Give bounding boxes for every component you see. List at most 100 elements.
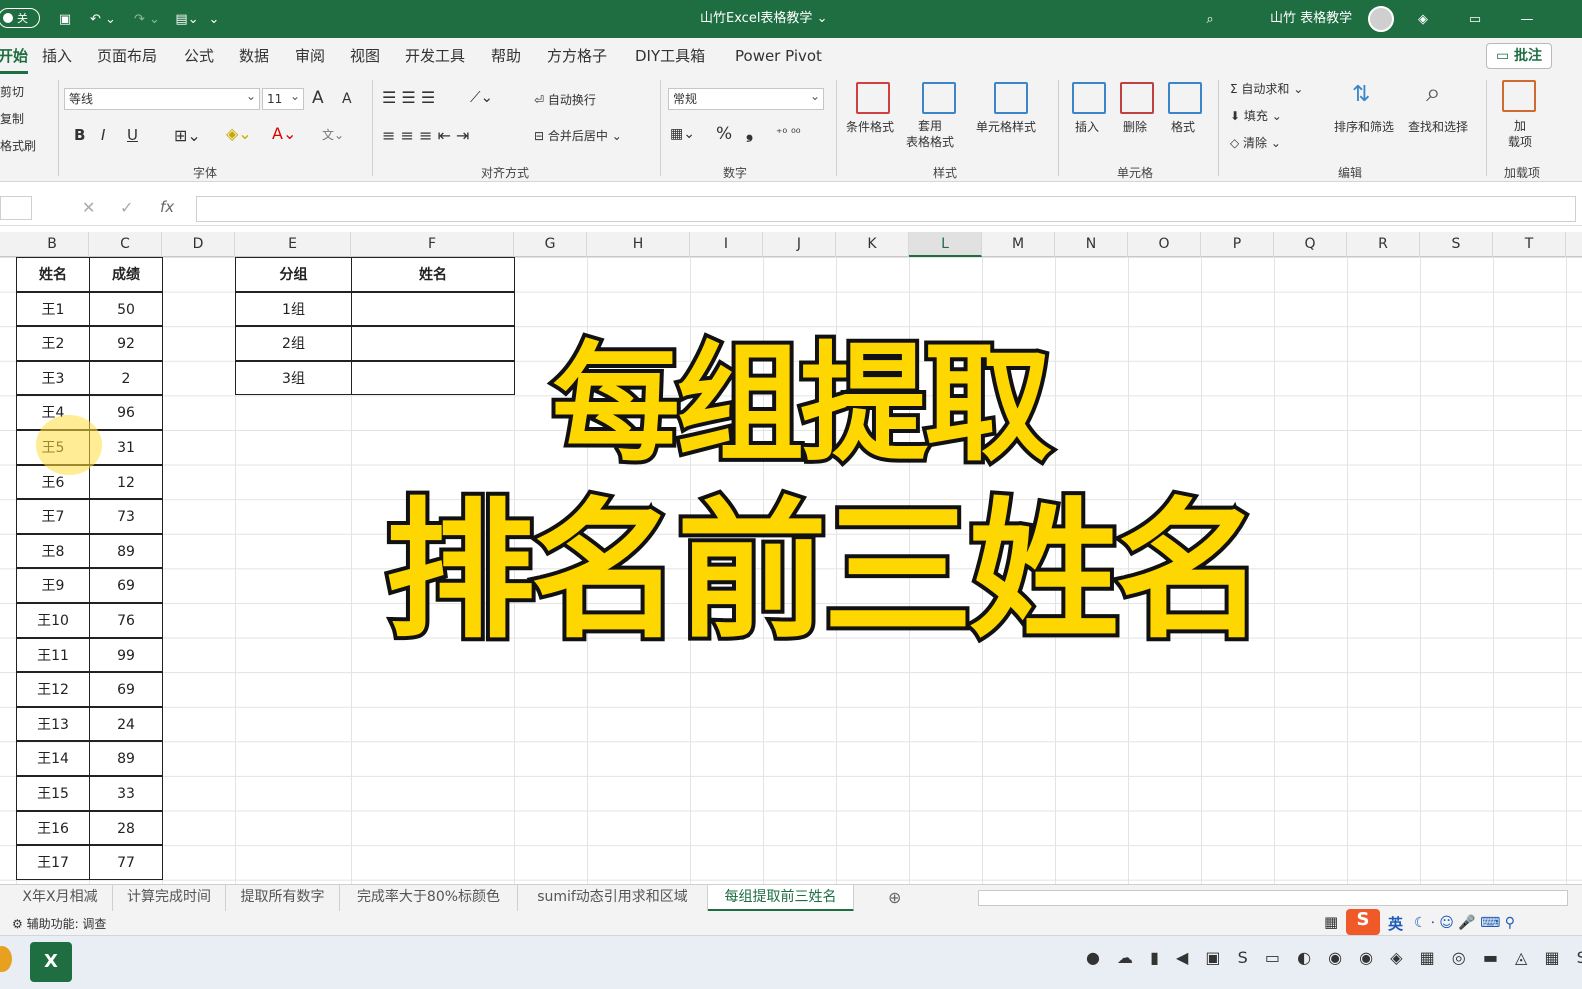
tab-view[interactable]: 视图 xyxy=(350,38,380,74)
conditional-format-icon[interactable] xyxy=(856,82,890,114)
table-format-icon[interactable] xyxy=(922,82,956,114)
search-icon[interactable]: ⌕ xyxy=(1198,0,1222,38)
group-cell[interactable]: 1组 xyxy=(235,291,352,327)
print-preview-icon[interactable]: ▤⌄ xyxy=(172,0,202,38)
bold-button[interactable]: B xyxy=(74,126,85,144)
delete-cells-button[interactable]: 删除 xyxy=(1123,118,1147,135)
sheet-tab[interactable]: 完成率大于80%标颜色 xyxy=(340,885,518,912)
score-cell[interactable]: 28 xyxy=(89,810,163,846)
column-header[interactable]: G xyxy=(514,232,587,257)
name-cell[interactable]: 王3 xyxy=(16,360,90,396)
header-cell[interactable]: 姓名 xyxy=(16,257,90,292)
comment-button[interactable]: ▭ 批注 xyxy=(1486,43,1552,69)
merge-center-button[interactable]: ⊟ 合并后居中 ⌄ xyxy=(534,127,622,144)
cell-style-icon[interactable] xyxy=(994,82,1028,114)
underline-button[interactable]: U xyxy=(127,126,138,144)
tab-page-layout[interactable]: 页面布局 xyxy=(97,38,157,74)
result-name-cell[interactable] xyxy=(351,291,515,327)
sogou-ime-icon[interactable]: S xyxy=(1346,909,1380,935)
name-cell[interactable]: 王7 xyxy=(16,499,90,534)
table-format-button[interactable]: 套用 表格格式 xyxy=(906,118,954,150)
score-cell[interactable]: 96 xyxy=(89,395,163,430)
find-select-icon[interactable]: ⌕ xyxy=(1426,78,1441,109)
fill-button[interactable]: ⬇ 填充 ⌄ xyxy=(1230,107,1282,124)
horizontal-scrollbar[interactable] xyxy=(978,890,1568,906)
column-header[interactable]: O xyxy=(1128,232,1201,257)
wrap-text-button[interactable]: ⏎ 自动换行 xyxy=(534,91,596,108)
system-tray-icons[interactable]: ● ☁ ▮ ◀ ▣ S ▭ ◐ ◉ ◉ ◈ ▦ ◎ ▬ ◬ ▦ S xyxy=(1086,948,1582,967)
conditional-format-button[interactable]: 条件格式 xyxy=(846,118,894,135)
tab-insert[interactable]: 插入 xyxy=(42,38,72,74)
insert-function-icon[interactable]: fx xyxy=(160,198,174,216)
column-header[interactable]: F xyxy=(351,232,514,257)
sheet-tab[interactable]: X年X月相减 xyxy=(8,885,113,912)
phonetic-icon[interactable]: 文⌄ xyxy=(322,126,344,143)
score-cell[interactable]: 89 xyxy=(89,533,163,569)
tab-formulas[interactable]: 公式 xyxy=(184,38,214,74)
fill-color-icon[interactable]: ◈⌄ xyxy=(226,124,252,143)
name-cell[interactable]: 王10 xyxy=(16,603,90,638)
find-select-button[interactable]: 查找和选择 xyxy=(1408,118,1468,135)
column-header[interactable]: S xyxy=(1420,232,1493,257)
addins-button[interactable]: 加 载项 xyxy=(1508,118,1532,150)
grow-font-button[interactable]: A xyxy=(312,88,324,108)
cancel-icon[interactable]: ✕ xyxy=(82,198,95,217)
name-cell[interactable]: 王2 xyxy=(16,326,90,361)
border-icon[interactable]: ⊞⌄ xyxy=(174,126,201,145)
name-cell[interactable]: 王11 xyxy=(16,637,90,673)
browser-icon[interactable] xyxy=(0,946,12,972)
decimal-icon[interactable]: ⁺⁰ ⁰⁰ xyxy=(776,126,801,140)
header-cell[interactable]: 分组 xyxy=(235,257,352,292)
copy-button[interactable]: 复制 xyxy=(0,110,24,127)
insert-cells-icon[interactable] xyxy=(1072,82,1106,114)
score-cell[interactable]: 92 xyxy=(89,326,163,361)
user-name[interactable]: 山竹 表格教学 xyxy=(1270,0,1352,38)
name-cell[interactable]: 王9 xyxy=(16,568,90,603)
score-cell[interactable]: 77 xyxy=(89,845,163,880)
group-cell[interactable]: 2组 xyxy=(235,326,352,361)
column-header-selected[interactable]: L xyxy=(909,232,982,257)
result-name-cell[interactable] xyxy=(351,326,515,361)
name-cell[interactable]: 王1 xyxy=(16,291,90,327)
score-cell[interactable]: 12 xyxy=(89,464,163,500)
column-header[interactable]: P xyxy=(1201,232,1274,257)
column-header[interactable]: I xyxy=(690,232,763,257)
sheet-tab[interactable]: 计算完成时间 xyxy=(113,885,226,912)
column-header[interactable]: E xyxy=(235,232,351,257)
score-cell[interactable]: 2 xyxy=(89,360,163,396)
autosave-toggle[interactable]: 关 xyxy=(0,8,40,28)
sheet-tab[interactable]: sumif动态引用求和区域 xyxy=(518,885,708,912)
diamond-icon[interactable]: ◈ xyxy=(1410,0,1436,38)
sheet-tab[interactable]: 提取所有数字 xyxy=(226,885,340,912)
name-cell[interactable]: 王12 xyxy=(16,672,90,707)
addins-icon[interactable] xyxy=(1502,80,1536,112)
shrink-font-button[interactable]: A xyxy=(342,91,352,107)
score-cell[interactable]: 76 xyxy=(89,603,163,638)
tab-developer[interactable]: 开发工具 xyxy=(405,38,465,74)
sheet-tab-active[interactable]: 每组提取前三姓名 xyxy=(708,885,854,912)
clear-button[interactable]: ◇ 清除 ⌄ xyxy=(1230,134,1281,151)
name-cell[interactable]: 王15 xyxy=(16,776,90,811)
avatar[interactable] xyxy=(1368,6,1394,32)
ribbon-display-icon[interactable]: ▭ xyxy=(1462,0,1488,38)
align-top-icon[interactable]: ☰ ☰ ☰ xyxy=(382,88,435,107)
column-header[interactable]: C xyxy=(89,232,162,257)
tab-review[interactable]: 审阅 xyxy=(295,38,325,74)
formula-input[interactable] xyxy=(196,196,1576,222)
column-header[interactable]: Q xyxy=(1274,232,1347,257)
score-cell[interactable]: 33 xyxy=(89,776,163,811)
font-size-select[interactable]: 11 xyxy=(262,86,304,110)
column-header[interactable]: B xyxy=(16,232,89,257)
orientation-icon[interactable]: ⟋⌄ xyxy=(470,88,493,106)
cut-button[interactable]: 剪切 xyxy=(0,83,24,100)
redo-icon[interactable]: ↷ ⌄ xyxy=(128,0,166,38)
tab-data[interactable]: 数据 xyxy=(239,38,269,74)
ime-language[interactable]: 英 xyxy=(1388,913,1403,934)
insert-cells-button[interactable]: 插入 xyxy=(1075,118,1099,135)
score-cell[interactable]: 50 xyxy=(89,291,163,327)
tab-power-pivot[interactable]: Power Pivot xyxy=(735,38,822,74)
column-header[interactable]: N xyxy=(1055,232,1128,257)
align-left-icon[interactable]: ≡ ≡ ≡ ⇤ ⇥ xyxy=(382,126,469,145)
add-sheet-icon[interactable]: ⊕ xyxy=(888,888,901,907)
score-cell[interactable]: 89 xyxy=(89,741,163,776)
